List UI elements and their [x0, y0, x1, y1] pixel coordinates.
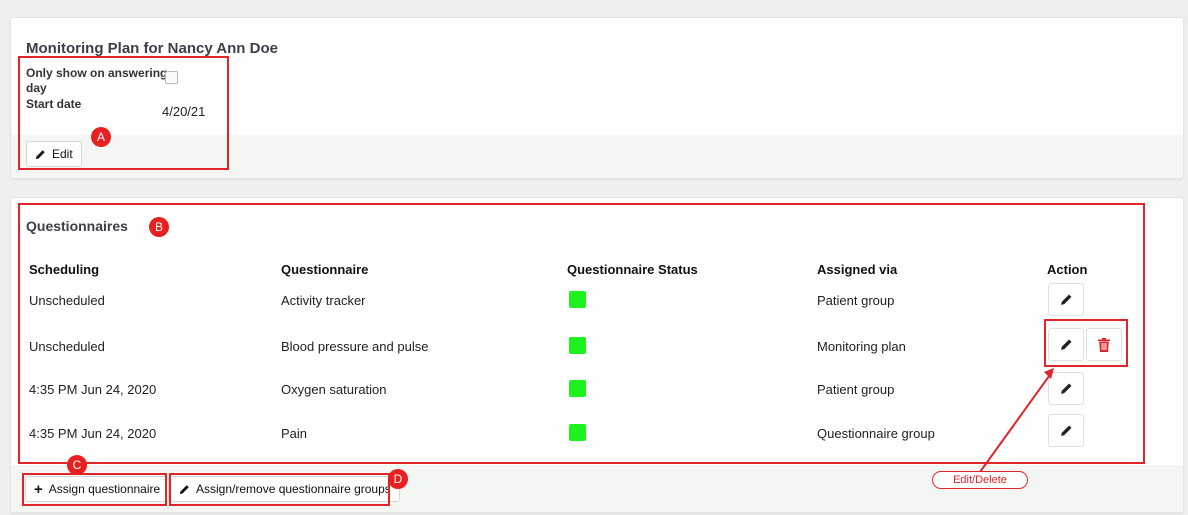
annotation-badge-a: A	[91, 127, 111, 147]
annotation-box-c	[22, 473, 167, 506]
annotation-box-b	[18, 203, 1145, 464]
annotation-box-a	[18, 56, 229, 170]
annotation-box-d	[169, 473, 390, 506]
annotation-badge-b: B	[149, 217, 169, 237]
monitoring-plan-title: Monitoring Plan for Nancy Ann Doe	[26, 40, 278, 57]
edit-delete-callout: Edit/Delete	[932, 471, 1028, 489]
annotation-badge-c: C	[67, 455, 87, 475]
annotation-badge-d: D	[388, 469, 408, 489]
annotation-box-edit-delete	[1044, 319, 1128, 367]
